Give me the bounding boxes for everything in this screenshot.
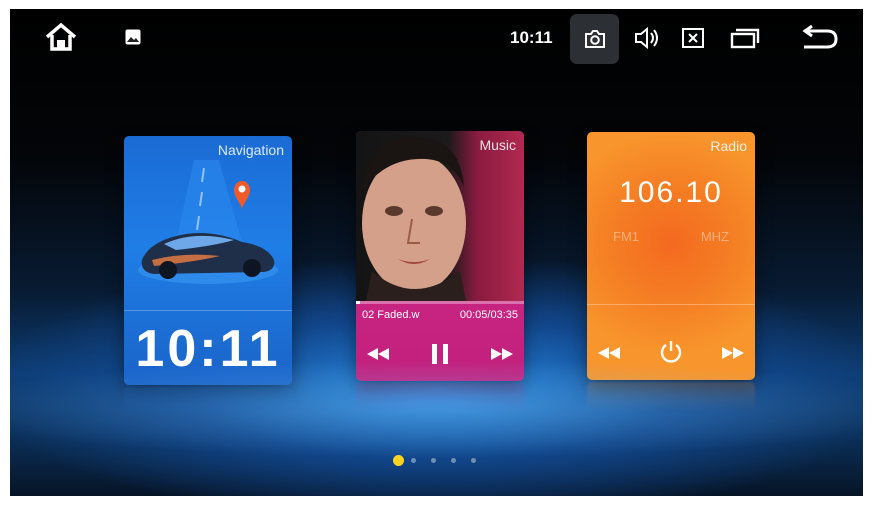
- volume-icon[interactable]: [630, 24, 664, 52]
- radio-card[interactable]: Radio 106.10 FM1 MHZ: [587, 132, 755, 380]
- navigation-card[interactable]: Navigation 10:11: [124, 136, 292, 385]
- radio-unit: MHZ: [700, 229, 729, 244]
- rewind-icon[interactable]: [593, 340, 625, 366]
- page-dot[interactable]: [471, 458, 476, 463]
- close-app-icon[interactable]: [679, 25, 707, 51]
- fast-forward-icon[interactable]: [486, 341, 518, 367]
- music-reflection: [356, 383, 524, 413]
- home-icon[interactable]: [40, 21, 82, 53]
- back-icon[interactable]: [800, 23, 840, 53]
- page-dot[interactable]: [393, 455, 404, 466]
- page-dot[interactable]: [451, 458, 456, 463]
- car-illustration: [138, 160, 278, 284]
- page-dot[interactable]: [431, 458, 436, 463]
- home-screen: 10:11 Navigation 10:11 Music 02 Faded.w …: [10, 9, 863, 496]
- album-art: [356, 131, 524, 301]
- recent-apps-icon[interactable]: [728, 25, 762, 51]
- radio-reflection: [587, 382, 755, 412]
- navigation-reflection: [124, 387, 292, 417]
- gallery-icon[interactable]: [122, 27, 144, 47]
- music-title: Music: [479, 137, 516, 153]
- page-indicator: [393, 454, 493, 470]
- music-seek-fill: [356, 301, 360, 304]
- radio-band: FM1: [613, 229, 639, 244]
- music-track-time: 00:05/03:35: [459, 309, 518, 321]
- pause-icon[interactable]: [424, 339, 456, 369]
- radio-frequency: 106.10: [619, 176, 723, 209]
- camera-icon[interactable]: [570, 14, 619, 64]
- radio-title: Radio: [710, 138, 747, 154]
- page-dot[interactable]: [411, 458, 416, 463]
- music-seek-bar[interactable]: [356, 301, 524, 304]
- radio-divider: [587, 304, 755, 305]
- power-icon[interactable]: [655, 336, 687, 368]
- rewind-icon[interactable]: [362, 341, 394, 367]
- navigation-clock: 10:11: [135, 320, 281, 378]
- navigation-divider: [124, 310, 292, 311]
- music-track-name: 02 Faded.w: [362, 309, 420, 321]
- status-bar: 10:11: [10, 9, 863, 65]
- status-clock: 10:11: [510, 28, 553, 47]
- fast-forward-icon[interactable]: [717, 340, 749, 366]
- navigation-title: Navigation: [217, 142, 284, 158]
- music-card[interactable]: Music 02 Faded.w 00:05/03:35: [356, 131, 524, 381]
